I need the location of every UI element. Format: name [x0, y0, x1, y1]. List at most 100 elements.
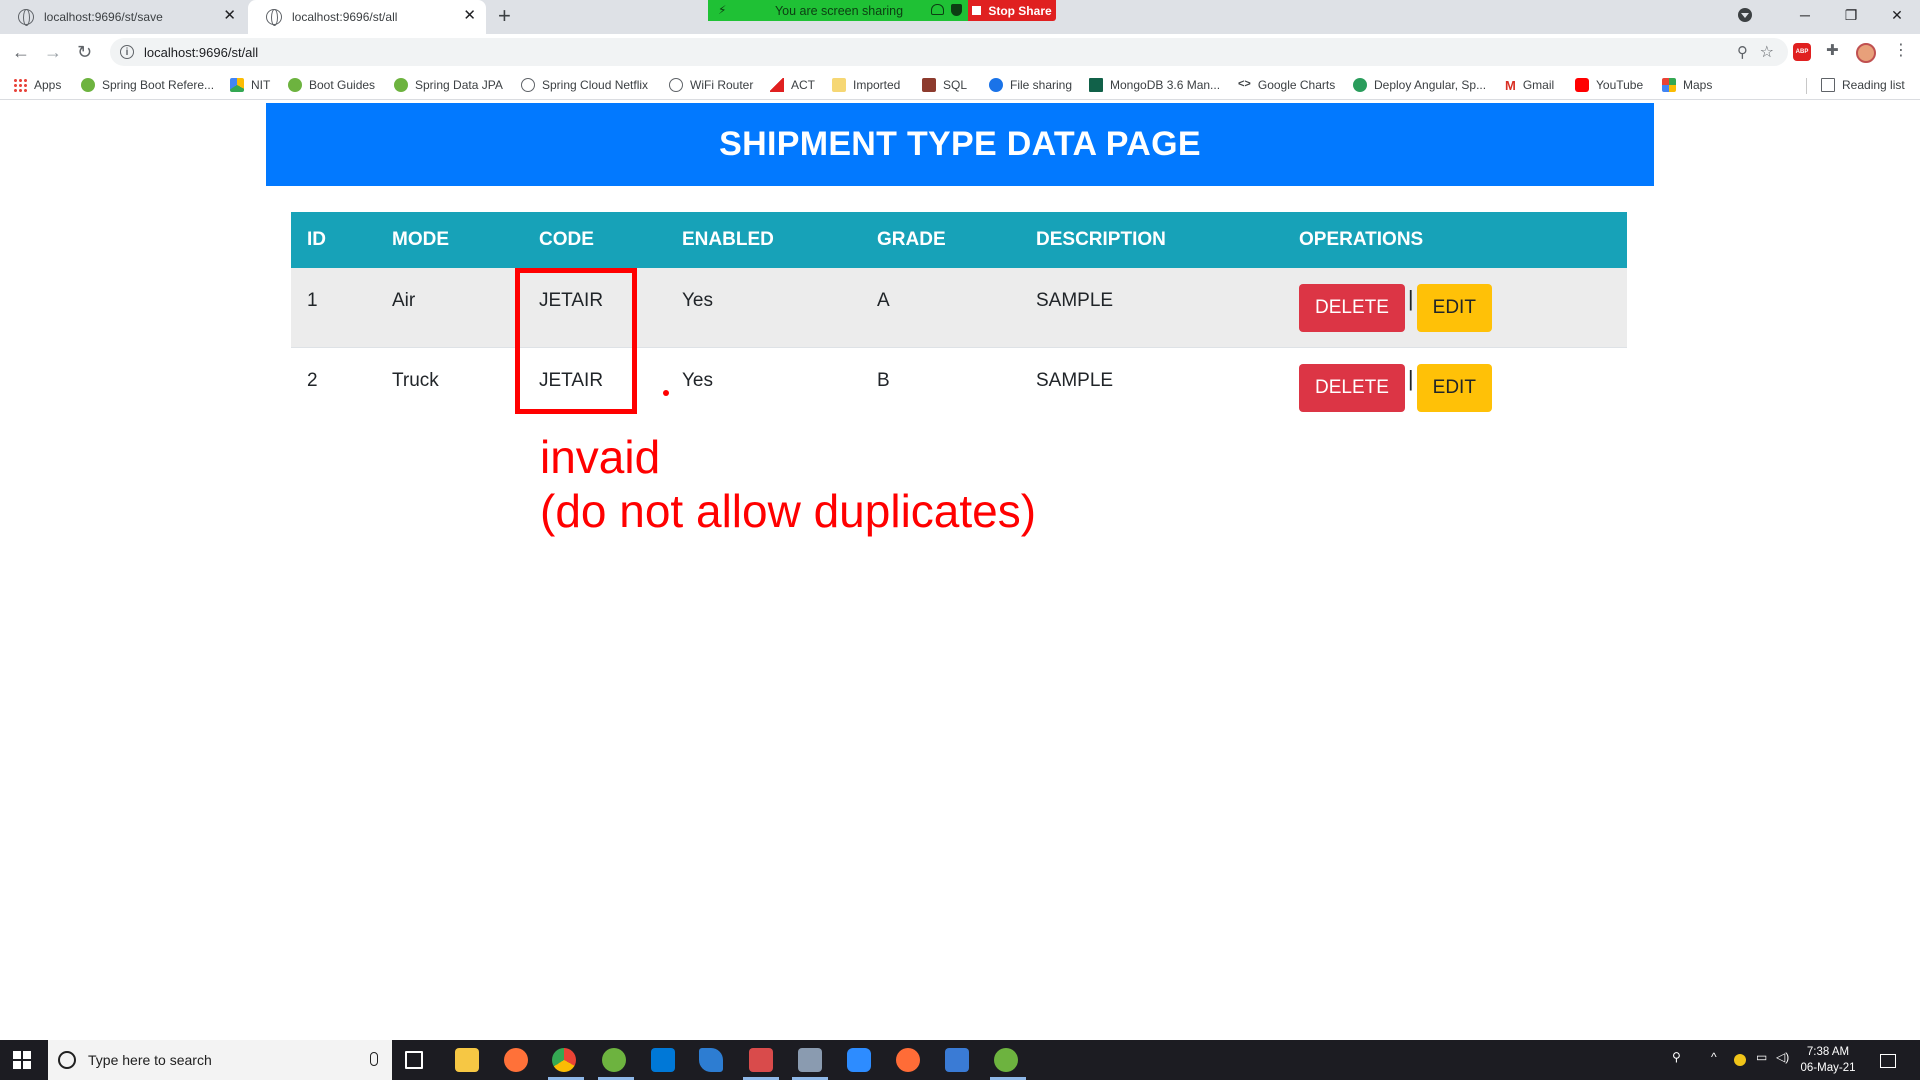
- spring-icon: [288, 78, 302, 92]
- globe-icon: [266, 9, 282, 26]
- header-mode: MODE: [376, 212, 523, 268]
- bookmark-maps[interactable]: Maps: [1662, 78, 1712, 92]
- bookmark-apps[interactable]: Apps: [13, 78, 61, 92]
- stop-share-label: Stop Share: [988, 3, 1052, 18]
- bookmark-sql[interactable]: SQL: [922, 78, 967, 92]
- cell-grade: B: [877, 369, 890, 391]
- edit-button[interactable]: EDIT: [1416, 284, 1492, 332]
- restore-button[interactable]: ❐: [1828, 7, 1874, 24]
- taskbar-search-box[interactable]: Type here to search: [48, 1040, 392, 1080]
- header-enabled: ENABLED: [666, 212, 861, 268]
- annotation-note: invaid (do not allow duplicates): [540, 431, 1037, 537]
- app-icon[interactable]: [749, 1048, 773, 1072]
- bookmark-youtube[interactable]: YouTube: [1575, 78, 1643, 92]
- bookmark-mongodb[interactable]: MongoDB 3.6 Man...: [1089, 78, 1220, 92]
- globe-icon: [18, 9, 34, 26]
- browser-menu-icon[interactable]: ⋮: [1893, 40, 1909, 60]
- postman-icon[interactable]: [896, 1048, 920, 1072]
- bookmark-file-sharing[interactable]: File sharing: [989, 78, 1072, 92]
- snipping-tool-icon[interactable]: [798, 1048, 822, 1072]
- zoom-app-icon[interactable]: [847, 1048, 871, 1072]
- paint-icon[interactable]: [945, 1048, 969, 1072]
- windows-start-icon[interactable]: [13, 1051, 31, 1069]
- norton-icon[interactable]: [1734, 1054, 1746, 1066]
- address-bar[interactable]: i localhost:9696/st/all ⚲ ☆: [110, 38, 1788, 66]
- bookmark-spring-data-jpa[interactable]: Spring Data JPA: [394, 78, 503, 92]
- volume-icon[interactable]: ◁): [1776, 1050, 1789, 1064]
- page-title-banner: SHIPMENT TYPE DATA PAGE: [266, 103, 1654, 186]
- reading-list-button[interactable]: Reading list: [1821, 78, 1905, 92]
- people-icon[interactable]: ⚲: [1672, 1050, 1681, 1064]
- stop-icon: [972, 6, 982, 15]
- apps-grid-icon: [13, 78, 27, 92]
- annotation-highlight-box: [515, 268, 637, 414]
- bookmark-star-icon[interactable]: ☆: [1760, 42, 1774, 62]
- zoom-icon[interactable]: ⚲: [1737, 43, 1748, 61]
- cell-enabled: Yes: [682, 369, 713, 391]
- maps-icon: [1662, 78, 1676, 92]
- spring-boot-icon[interactable]: [994, 1048, 1018, 1072]
- mongodb-icon: [1089, 78, 1103, 92]
- close-tab-icon[interactable]: ✕: [223, 8, 236, 24]
- tab-search-icon[interactable]: [1738, 8, 1752, 22]
- share-icon: [989, 78, 1003, 92]
- delete-button[interactable]: DELETE: [1299, 363, 1405, 412]
- spring-icon: [394, 78, 408, 92]
- share-shield-icon: [951, 4, 962, 16]
- delete-button[interactable]: DELETE: [1299, 284, 1405, 332]
- share-lightning-icon: ⚡: [718, 3, 727, 17]
- address-url[interactable]: localhost:9696/st/all: [144, 45, 258, 60]
- bookmark-act[interactable]: ACT: [770, 78, 815, 92]
- vscode-icon[interactable]: [651, 1048, 675, 1072]
- edit-button[interactable]: EDIT: [1416, 363, 1492, 412]
- close-tab-icon[interactable]: ✕: [463, 8, 476, 24]
- bookmark-spring-boot-ref[interactable]: Spring Boot Refere...: [81, 78, 214, 92]
- file-explorer-icon[interactable]: [455, 1048, 479, 1072]
- dbeaver-icon[interactable]: [699, 1048, 723, 1072]
- drive-icon: [230, 78, 244, 92]
- minimize-button[interactable]: ─: [1782, 7, 1828, 23]
- notifications-icon[interactable]: [1880, 1054, 1896, 1068]
- globe-icon: [521, 78, 535, 92]
- forward-arrow-icon[interactable]: →: [44, 42, 62, 62]
- show-hidden-icons[interactable]: ^: [1711, 1050, 1717, 1064]
- browser-tab-all[interactable]: localhost:9696/st/all ✕: [248, 0, 486, 34]
- stop-share-button[interactable]: Stop Share: [968, 0, 1056, 21]
- taskbar-clock[interactable]: 7:38 AM 06-May-21: [1796, 1044, 1860, 1076]
- tab-title: localhost:9696/st/all: [292, 10, 398, 24]
- cell-operations: DELETE | EDIT: [1283, 347, 1627, 426]
- bookmark-nit[interactable]: NIT: [230, 78, 270, 92]
- cell-mode: Truck: [392, 369, 439, 391]
- network-icon[interactable]: ▭: [1756, 1050, 1767, 1064]
- bookmark-gmail[interactable]: M Gmail: [1505, 78, 1554, 93]
- sql-icon: [922, 78, 936, 92]
- bookmark-wifi-router[interactable]: WiFi Router: [669, 78, 753, 92]
- back-arrow-icon[interactable]: ←: [12, 42, 30, 62]
- bookmark-deploy-angular[interactable]: Deploy Angular, Sp...: [1353, 78, 1486, 92]
- taskbar-search-placeholder: Type here to search: [88, 1052, 212, 1068]
- bookmark-imported[interactable]: Imported: [832, 78, 900, 92]
- table-row: 1 Air JETAIR Yes A SAMPLE DELETE | EDIT: [291, 268, 1627, 347]
- cell-mode: Air: [376, 268, 523, 347]
- site-info-icon[interactable]: i: [120, 45, 134, 59]
- close-window-button[interactable]: ✕: [1874, 7, 1920, 24]
- adblock-extension-icon[interactable]: ABP: [1793, 43, 1811, 61]
- profile-avatar[interactable]: [1856, 43, 1876, 63]
- extensions-puzzle-icon[interactable]: ✚: [1826, 41, 1839, 59]
- button-separator: |: [1407, 286, 1414, 311]
- chrome-icon[interactable]: [552, 1048, 576, 1072]
- bookmark-boot-guides[interactable]: Boot Guides: [288, 78, 375, 92]
- new-tab-button[interactable]: +: [498, 5, 511, 27]
- firefox-icon[interactable]: [504, 1048, 528, 1072]
- browser-tab-save[interactable]: localhost:9696/st/save ✕: [0, 0, 246, 34]
- table-row: 2 Truck JETAIR Yes B SAMPLE DELETE | EDIT: [291, 347, 1627, 426]
- gmail-icon: M: [1505, 78, 1516, 93]
- task-view-icon[interactable]: [405, 1051, 423, 1069]
- bookmark-spring-cloud-netflix[interactable]: Spring Cloud Netflix: [521, 78, 648, 92]
- bookmark-google-charts[interactable]: <> Google Charts: [1238, 78, 1335, 92]
- reload-icon[interactable]: ↻: [77, 42, 92, 62]
- header-description: DESCRIPTION: [1020, 212, 1283, 268]
- microphone-icon[interactable]: [370, 1052, 378, 1066]
- header-id: ID: [291, 212, 376, 268]
- spring-tool-suite-icon[interactable]: [602, 1048, 626, 1072]
